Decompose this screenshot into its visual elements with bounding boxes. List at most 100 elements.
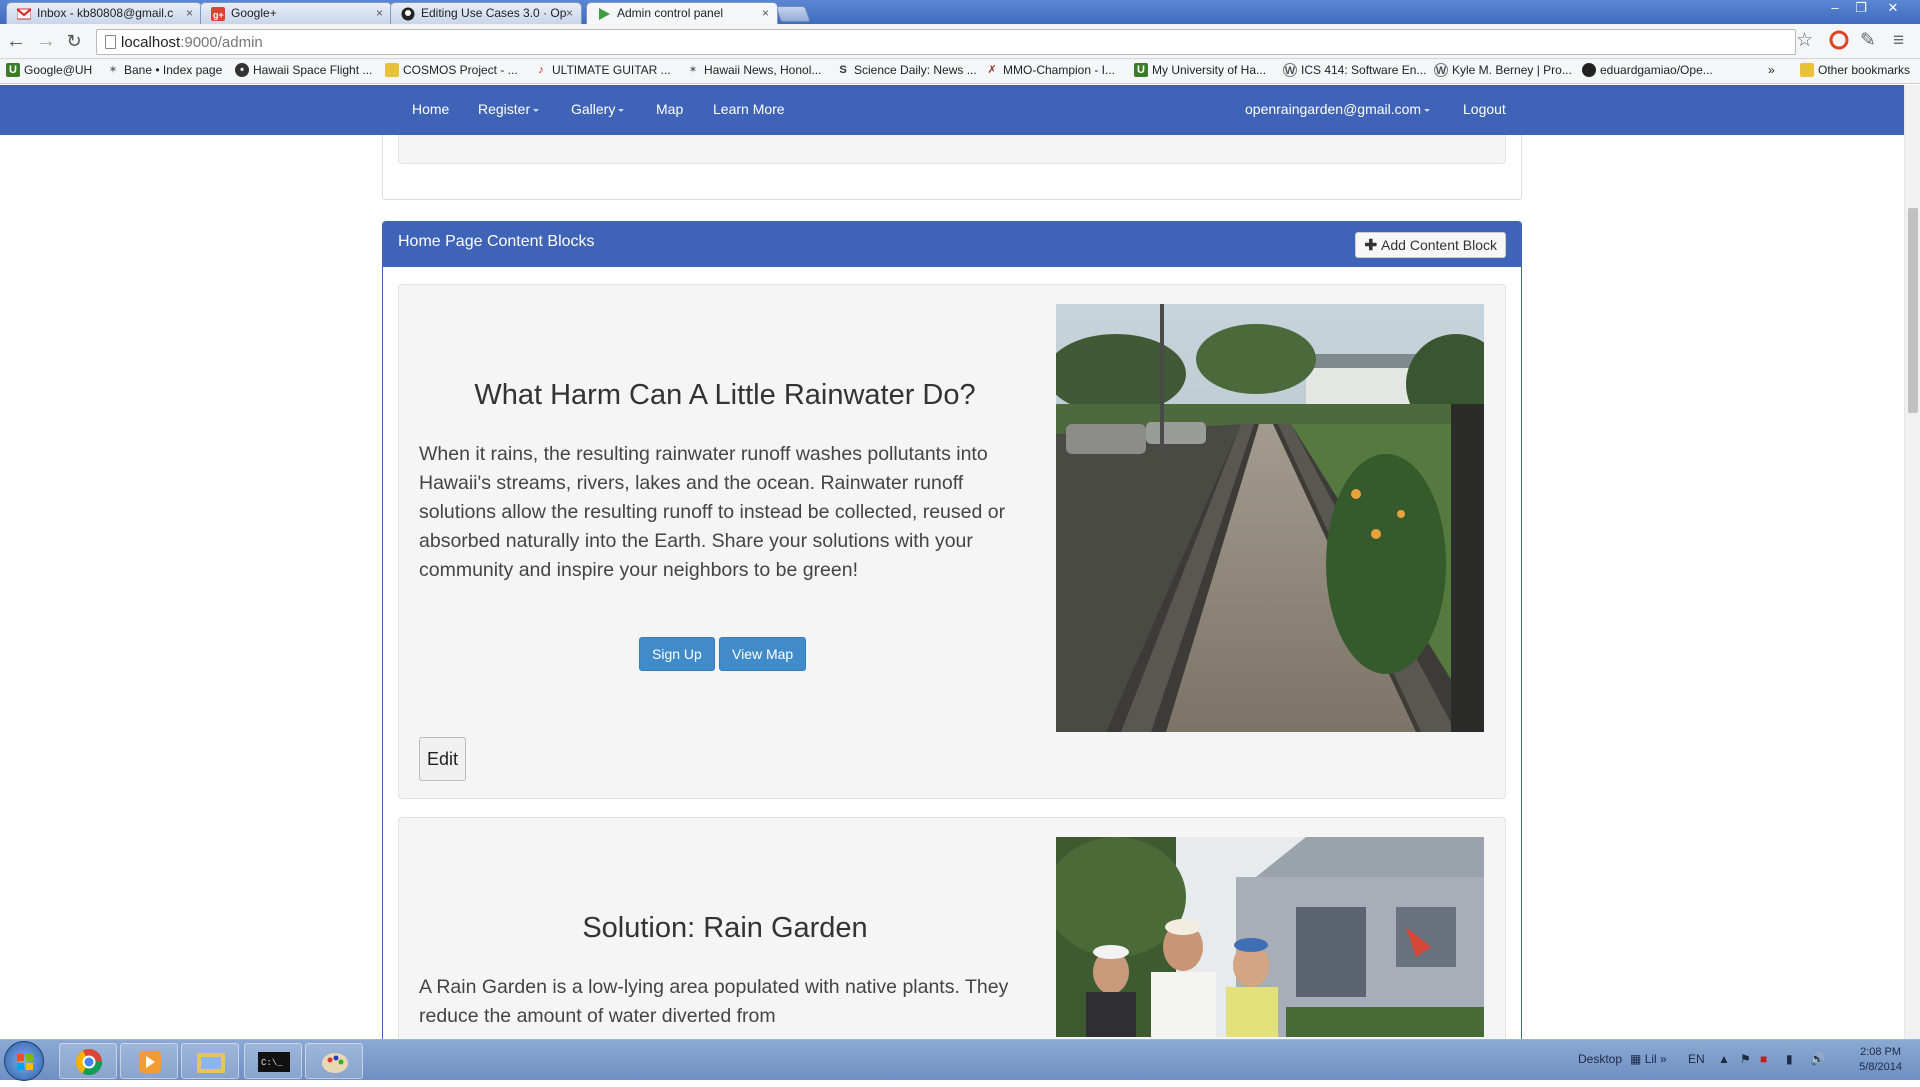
bookmark-bane[interactable]: ✶ Bane • Index page xyxy=(106,63,222,77)
opera-extension-icon[interactable] xyxy=(1829,30,1849,55)
bookmark-hawaii-space[interactable]: • Hawaii Space Flight ... xyxy=(235,63,372,77)
page-scrollbar[interactable] xyxy=(1904,85,1920,1039)
block-body: When it rains, the resulting rainwater r… xyxy=(419,443,1006,581)
star-icon: ✶ xyxy=(108,64,118,76)
minimize-icon[interactable]: – xyxy=(1822,1,1848,17)
previous-panel xyxy=(382,135,1522,200)
wordpress-icon: W xyxy=(1283,63,1297,77)
bookmark-ultimate-guitar[interactable]: ♪ ULTIMATE GUITAR ... xyxy=(534,63,670,77)
bookmark-label: ICS 414: Software En... xyxy=(1301,63,1427,77)
add-content-block-label: Add Content Block xyxy=(1381,237,1497,253)
taskbar-explorer[interactable] xyxy=(181,1043,239,1079)
caret-down-icon xyxy=(618,108,625,112)
bookmark-label: Hawaii News, Honol... xyxy=(704,63,822,77)
add-content-block-button[interactable]: ✚ Add Content Block xyxy=(1355,232,1506,258)
show-hidden-icons[interactable]: ▲ xyxy=(1718,1052,1730,1066)
back-icon[interactable]: ← xyxy=(4,30,28,54)
nav-home[interactable]: Home xyxy=(412,101,449,117)
block-image-drainage-channel xyxy=(1056,304,1484,732)
folder-icon xyxy=(385,63,399,77)
url-path: :9000/admin xyxy=(180,34,263,51)
close-icon[interactable]: × xyxy=(376,6,383,20)
nav-map[interactable]: Map xyxy=(656,101,683,117)
url-host: localhost xyxy=(121,34,181,51)
wordpress-icon: W xyxy=(1434,63,1448,77)
close-icon[interactable]: × xyxy=(186,6,193,20)
tab-admin[interactable]: Admin control panel × xyxy=(586,2,778,24)
wrench-icon[interactable]: ✎ xyxy=(1860,31,1876,51)
view-map-button[interactable]: View Map xyxy=(719,637,807,671)
tab-inbox[interactable]: Inbox - kb80808@gmail.c × xyxy=(6,2,202,24)
bookmark-hawaii-news[interactable]: ✶ Hawaii News, Honol... xyxy=(686,63,821,77)
nav-user-label: openraingarden@gmail.com xyxy=(1245,101,1422,117)
nav-gallery[interactable]: Gallery xyxy=(571,101,625,117)
tab-googleplus[interactable]: g+ Google+ × xyxy=(200,2,392,24)
block-body: A Rain Garden is a low-lying area popula… xyxy=(419,976,1009,1027)
github-icon xyxy=(401,7,415,21)
caret-down-icon xyxy=(1424,108,1431,112)
bookmark-google-uh[interactable]: U Google@UH xyxy=(6,63,92,77)
nav-learn-more[interactable]: Learn More xyxy=(713,101,785,117)
panel-heading: Home Page Content Blocks ✚ Add Content Bl… xyxy=(383,222,1521,267)
taskbar-terminal[interactable]: C:\_ xyxy=(244,1043,302,1079)
media-player-icon xyxy=(139,1051,161,1073)
nav-user-menu[interactable]: openraingarden@gmail.com xyxy=(1245,101,1431,117)
page-icon xyxy=(105,35,116,49)
bookmark-label: My University of Ha... xyxy=(1152,63,1267,77)
tray-toolbar[interactable]: ▦ Lil » xyxy=(1630,1052,1667,1066)
folder-icon xyxy=(1800,63,1814,77)
bookmark-cosmos[interactable]: COSMOS Project - ... xyxy=(385,63,518,77)
volume-icon[interactable]: 🔊 xyxy=(1810,1052,1825,1066)
bookmarks-overflow-icon[interactable]: » xyxy=(1768,63,1775,77)
action-center-flag-icon[interactable]: ⚑ xyxy=(1740,1052,1751,1066)
content-block: What Harm Can A Little Rainwater Do? Whe… xyxy=(398,284,1506,799)
close-icon[interactable]: × xyxy=(762,6,769,20)
security-icon[interactable]: ■ xyxy=(1760,1052,1767,1066)
reload-icon[interactable]: ↻ xyxy=(62,30,86,54)
bookmarks-bar: U Google@UH ✶ Bane • Index page • Hawaii Sp… xyxy=(0,59,1920,84)
caret-down-icon xyxy=(533,108,540,112)
tray-toolbar-label: Lil xyxy=(1644,1052,1657,1066)
bookmark-science-daily[interactable]: S Science Daily: News ... xyxy=(836,63,977,77)
bookmark-label: eduardgamiao/Ope... xyxy=(1600,63,1713,77)
sign-up-button[interactable]: Sign Up xyxy=(639,637,715,671)
start-button[interactable] xyxy=(4,1041,44,1081)
windows-logo-icon xyxy=(17,1054,33,1070)
nav-logout[interactable]: Logout xyxy=(1463,101,1506,117)
star-icon[interactable]: ☆ xyxy=(1796,31,1813,51)
taskbar-paint[interactable] xyxy=(305,1043,363,1079)
bookmark-eduardgamiao[interactable]: eduardgamiao/Ope... xyxy=(1582,63,1713,77)
forward-icon[interactable]: → xyxy=(34,30,58,54)
gmail-icon xyxy=(17,8,31,20)
tab-use-cases[interactable]: Editing Use Cases 3.0 · Op × xyxy=(390,2,582,24)
bookmark-my-uh[interactable]: U My University of Ha... xyxy=(1134,63,1266,77)
bookmark-ics414[interactable]: W ICS 414: Software En... xyxy=(1283,63,1426,77)
bookmark-label: COSMOS Project - ... xyxy=(403,63,518,77)
close-window-icon[interactable]: ✕ xyxy=(1880,1,1906,17)
clock-time: 2:08 PM xyxy=(1860,1046,1902,1058)
guitar-icon: ♪ xyxy=(538,64,544,76)
menu-icon[interactable]: ≡ xyxy=(1893,31,1904,51)
bookmark-label: Science Daily: News ... xyxy=(854,63,977,77)
language-indicator[interactable]: EN xyxy=(1688,1052,1705,1066)
taskbar-chrome[interactable] xyxy=(59,1043,117,1079)
system-clock[interactable]: 2:08 PM 5/8/2014 xyxy=(1859,1045,1902,1075)
bookmark-mmo-champion[interactable]: ✗ MMO-Champion - I... xyxy=(985,63,1115,77)
nav-register[interactable]: Register xyxy=(478,101,540,117)
other-bookmarks[interactable]: Other bookmarks xyxy=(1800,63,1910,77)
scrollbar-thumb[interactable] xyxy=(1908,208,1918,413)
bookmark-label: Bane • Index page xyxy=(124,63,223,77)
restore-icon[interactable]: ❐ xyxy=(1848,1,1874,17)
address-bar[interactable]: localhost:9000/admin xyxy=(96,29,1796,55)
block-heading: What Harm Can A Little Rainwater Do? xyxy=(474,379,976,411)
bookmark-label: Google@UH xyxy=(24,63,93,77)
browser-toolbar: ← → ↻ localhost:9000/admin ☆ ✎ ≡ xyxy=(0,24,1920,59)
taskbar-media-player[interactable] xyxy=(120,1043,178,1079)
network-icon[interactable]: ▮ xyxy=(1786,1052,1793,1066)
bookmark-kyle-berney[interactable]: W Kyle M. Berney | Pro... xyxy=(1434,63,1572,77)
close-icon[interactable]: × xyxy=(566,6,573,20)
edit-button[interactable]: Edit xyxy=(419,737,467,781)
new-tab-button[interactable] xyxy=(775,6,811,22)
bookmark-label: MMO-Champion - I... xyxy=(1003,63,1116,77)
tray-desktop-label[interactable]: Desktop xyxy=(1578,1052,1622,1066)
